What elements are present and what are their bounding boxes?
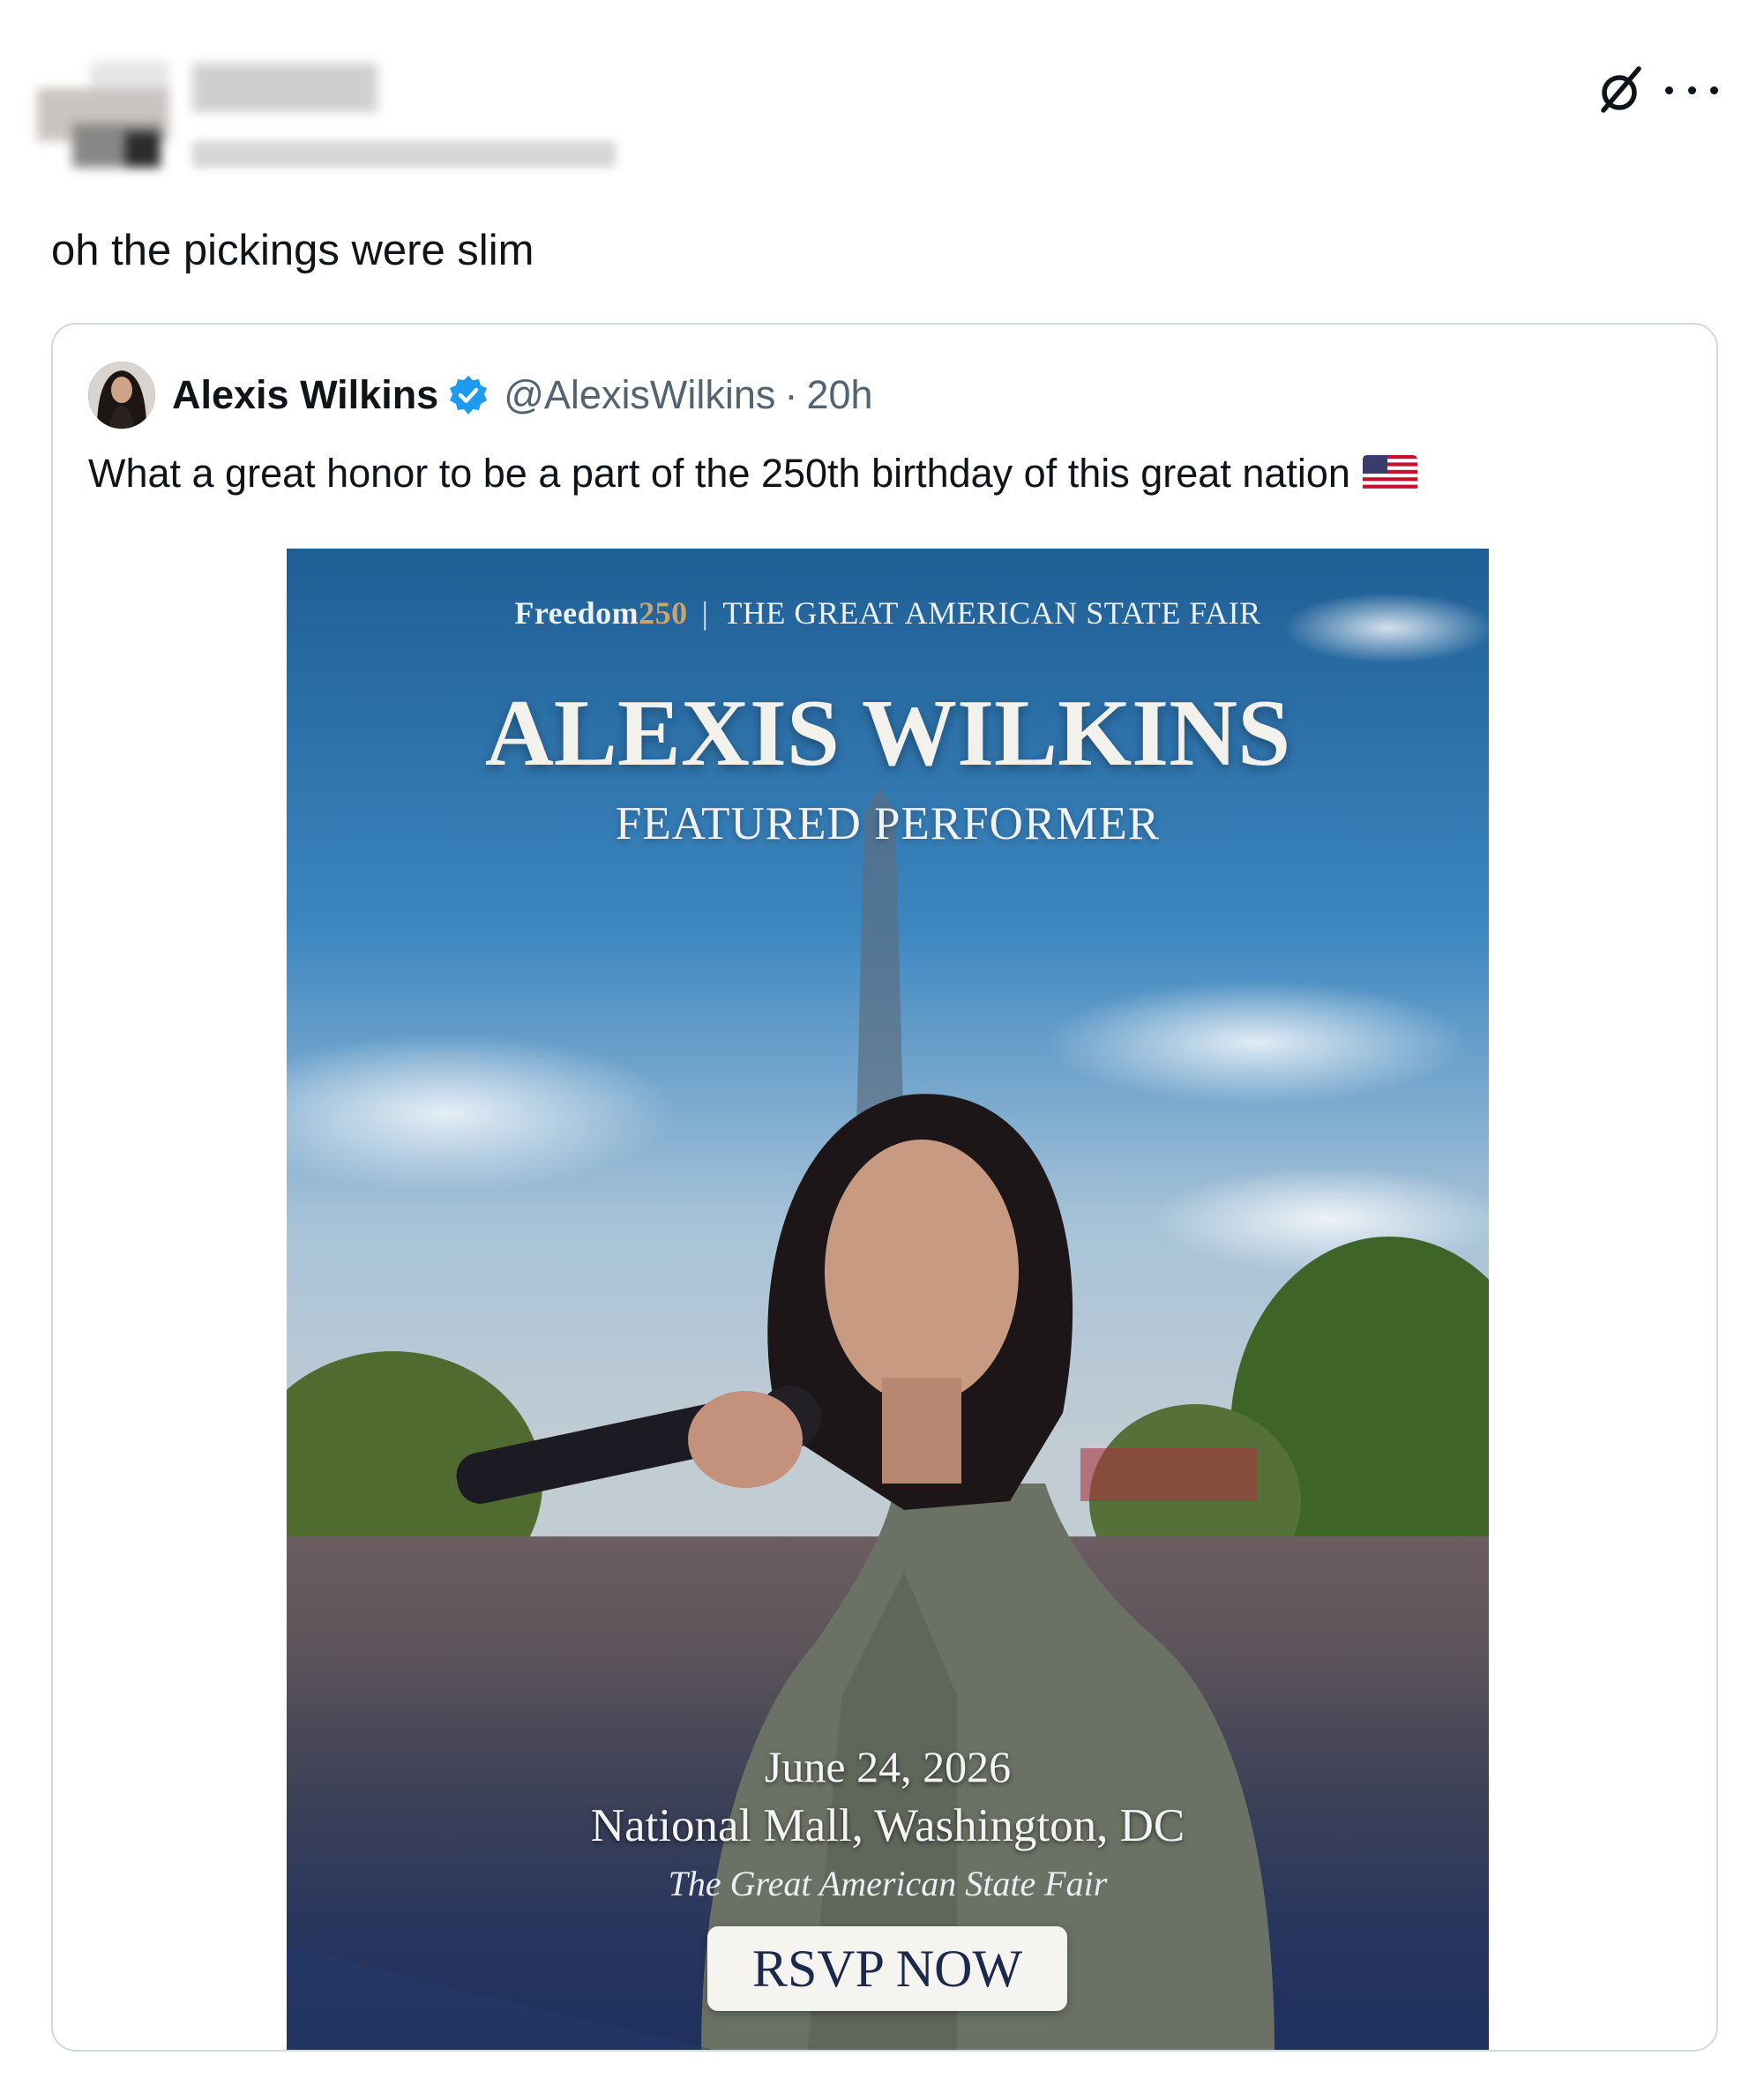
- poster-brand-word: Freedom: [514, 595, 639, 631]
- author-name-redacted[interactable]: [192, 64, 377, 112]
- poster-location: National Mall, Washington, DC: [590, 1800, 1185, 1851]
- tweet-text: oh the pickings were slim: [51, 227, 534, 274]
- tweet: oh the pickings were slim Alexis Wilkins…: [0, 0, 1764, 2093]
- author-avatar[interactable]: [37, 62, 169, 168]
- event-poster-image[interactable]: Freedom250 | THE GREAT AMERICAN STATE FAIR…: [287, 549, 1489, 2050]
- poster-fair-name: THE GREAT AMERICAN STATE FAIR: [722, 595, 1261, 631]
- poster-date: June 24, 2026: [764, 1742, 1012, 1791]
- verified-badge-icon: [450, 376, 488, 415]
- author-handle-redacted: [192, 141, 616, 168]
- poster-divider: |: [701, 595, 709, 631]
- quoted-text-row: What a great honor to be a part of the 2…: [88, 446, 1417, 501]
- rsvp-button: RSVP NOW: [707, 1926, 1067, 2011]
- poster-event-name: The Great American State Fair: [668, 1864, 1108, 1903]
- quoted-header: Alexis Wilkins @AlexisWilkins · 20h: [172, 367, 873, 423]
- quoted-author-name[interactable]: Alexis Wilkins: [172, 372, 438, 418]
- more-icon[interactable]: [1665, 74, 1718, 106]
- quoted-timestamp[interactable]: 20h: [806, 372, 872, 418]
- quoted-tweet-card[interactable]: Alexis Wilkins @AlexisWilkins · 20h What…: [51, 323, 1718, 2052]
- poster-top-label: Freedom250 | THE GREAT AMERICAN STATE FAIR: [287, 594, 1489, 632]
- poster-performer-name: ALEXIS WILKINS: [484, 681, 1291, 786]
- grok-icon[interactable]: [1595, 64, 1648, 116]
- poster-role: FEATURED PERFORMER: [615, 798, 1161, 849]
- us-flag-icon: [1362, 455, 1417, 492]
- quoted-author-avatar[interactable]: [88, 362, 155, 429]
- quoted-text: What a great honor to be a part of the 2…: [88, 451, 1350, 496]
- quoted-handle[interactable]: @AlexisWilkins: [504, 372, 775, 418]
- poster-brand-number: 250: [639, 595, 688, 631]
- separator-dot: ·: [784, 372, 798, 417]
